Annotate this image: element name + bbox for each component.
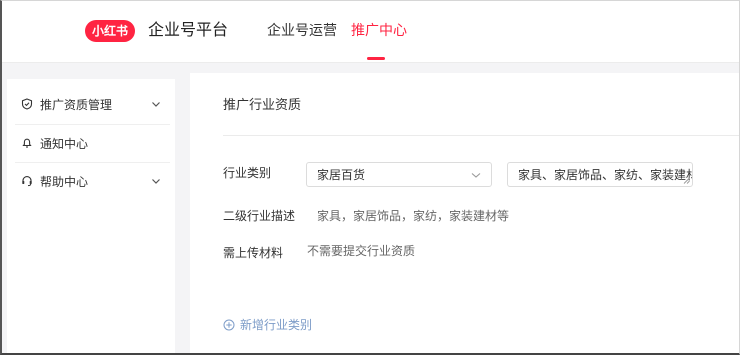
app-window: 小红书 企业号平台 企业号运营 推广中心 推广资质管理 通知中心 帮助中心 推广… [0,0,740,355]
sidebar-item-label: 帮助中心 [40,175,89,189]
required-materials-label: 需上传材料 [223,246,284,260]
shield-check-icon [21,98,33,110]
chevron-down-icon [152,102,160,107]
sidebar-item-qualification[interactable]: 推广资质管理 [7,85,175,125]
platform-title: 企业号平台 [148,20,229,39]
industry-category-label: 行业类别 [223,166,272,180]
sidebar-item-notifications[interactable]: 通知中心 [7,124,175,164]
section-title: 推广行业资质 [223,98,302,113]
nav-tab-operations[interactable]: 企业号运营 [267,21,337,41]
main-panel: 推广行业资质 行业类别 家居百货 家具、家居饰品、家纺、家装建材 二级行业描述 … [190,73,739,353]
chevron-down-icon [152,179,160,184]
industry-category-select[interactable]: 家居百货 [306,162,492,187]
sub-industry-desc-label: 二级行业描述 [223,209,296,223]
sidebar-item-label: 推广资质管理 [40,98,113,112]
resize-grip-icon[interactable] [683,177,690,184]
required-materials-value: 不需要提交行业资质 [307,244,416,258]
plus-circle-icon [223,319,235,331]
top-header: 小红书 企业号平台 企业号运营 推广中心 [2,1,739,63]
sub-industry-desc-value: 家具，家居饰品，家纺，家装建材等 [317,209,510,223]
headset-icon [22,176,32,187]
sidebar-item-label: 通知中心 [40,137,89,151]
brand-logo[interactable]: 小红书 [85,20,135,42]
sidebar: 推广资质管理 通知中心 帮助中心 [7,79,175,353]
nav-tab-promotion-center[interactable]: 推广中心 [351,21,407,41]
chevron-down-icon [471,173,481,178]
section-divider [223,135,739,136]
industry-detail-value: 家具、家居饰品、家纺、家装建材 [518,168,693,182]
bell-icon [22,138,32,148]
industry-category-value: 家居百货 [317,168,366,182]
sidebar-item-help[interactable]: 帮助中心 [7,162,175,202]
industry-detail-field[interactable]: 家具、家居饰品、家纺、家装建材 [507,162,693,187]
active-tab-indicator [367,57,385,60]
add-industry-category-label: 新增行业类别 [240,318,313,332]
